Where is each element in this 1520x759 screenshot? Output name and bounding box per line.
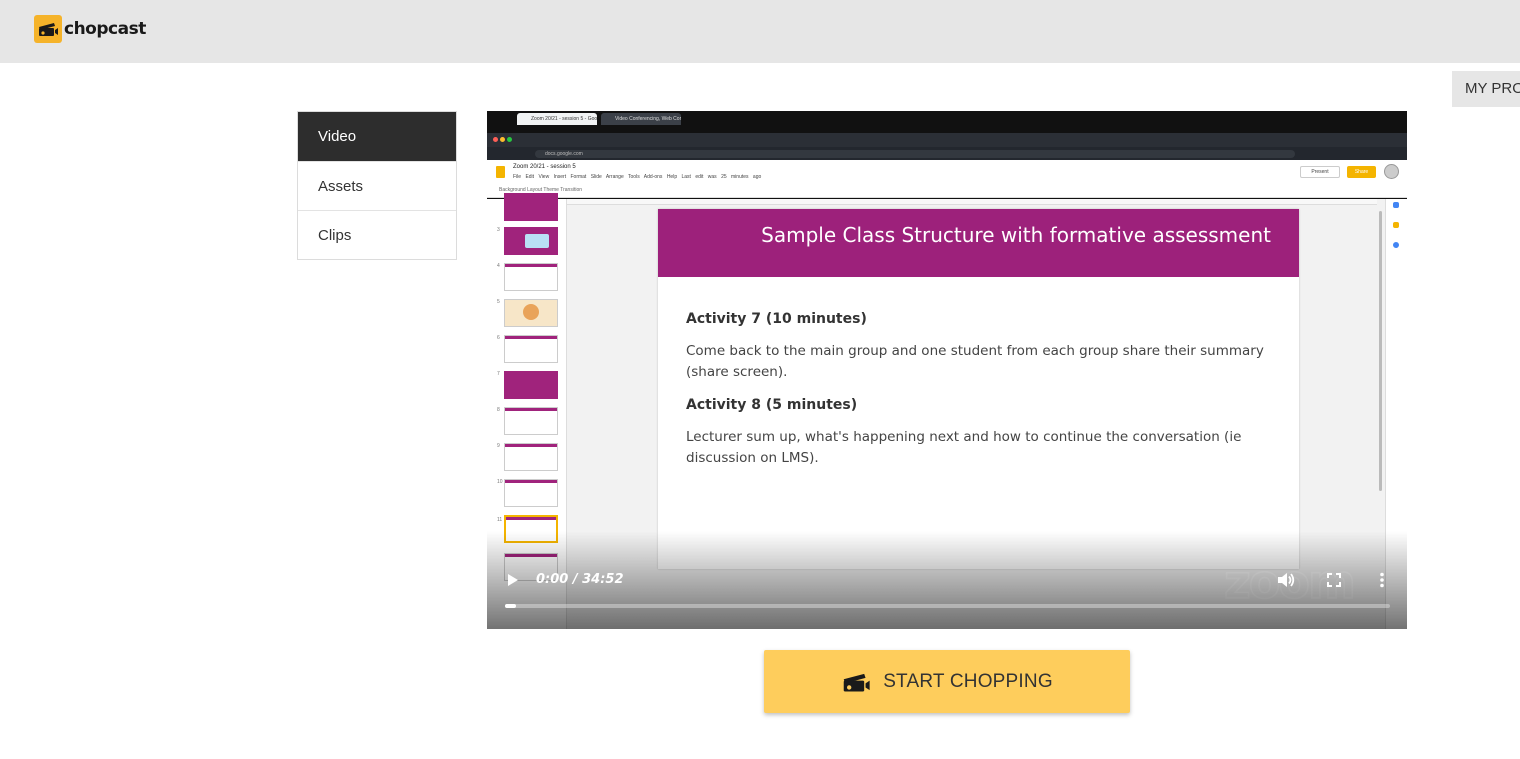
- volume-icon: [1278, 573, 1295, 587]
- slide-title: Sample Class Structure with formative as…: [761, 223, 1271, 247]
- window-maximize-dot: [507, 137, 512, 142]
- nav-item-video[interactable]: Video: [298, 112, 456, 161]
- slide-thumbnail: [504, 193, 558, 221]
- recorded-doc-menu: File Edit View Insert Format Slide Arran…: [513, 174, 762, 180]
- nav-item-clips[interactable]: Clips: [298, 210, 456, 259]
- more-options-button[interactable]: [1372, 570, 1392, 590]
- player-controls-overlay: [487, 531, 1407, 629]
- recorded-url: docs.google.com: [535, 150, 1295, 158]
- recorded-browser-tabs: [487, 133, 1407, 147]
- recorded-docs-toolbar: Zoom 20/21 - session 5 File Edit View In…: [487, 160, 1407, 198]
- window-close-dot: [493, 137, 498, 142]
- presentation-slide: Sample Class Structure with formative as…: [658, 209, 1299, 569]
- video-player[interactable]: Zoom 20/21 - session 5 - Goo Video Confe…: [487, 111, 1407, 629]
- fullscreen-button[interactable]: [1324, 570, 1344, 590]
- clapperboard-icon: [843, 673, 870, 692]
- timeline-progress: [505, 604, 516, 608]
- start-chopping-label: START CHOPPING: [883, 670, 1053, 692]
- recorded-address-bar: docs.google.com: [487, 147, 1407, 160]
- recorded-ruler: [567, 199, 1377, 205]
- recorded-share-button: Share: [1347, 166, 1376, 178]
- nav-item-assets[interactable]: Assets: [298, 161, 456, 210]
- recorded-avatar: [1384, 164, 1399, 179]
- recorded-doc-title: Zoom 20/21 - session 5: [513, 164, 576, 170]
- slide-thumbnail: [504, 299, 558, 327]
- side-nav: Video Assets Clips: [297, 111, 457, 260]
- activity-8-heading: Activity 8 (5 minutes): [686, 397, 858, 413]
- slide-thumbnail: [504, 479, 558, 507]
- video-time: 0:00 / 34:52: [536, 572, 624, 587]
- slide-thumbnail: [504, 263, 558, 291]
- play-button[interactable]: [502, 570, 522, 590]
- slide-thumbnail: [504, 371, 558, 399]
- slides-doc-icon: [496, 166, 505, 178]
- start-chopping-button[interactable]: START CHOPPING: [764, 650, 1130, 713]
- recorded-present-button: Present: [1300, 166, 1340, 178]
- slide-thumbnail: [504, 407, 558, 435]
- slide-content: Activity 7 (10 minutes) Come back to the…: [686, 311, 1266, 483]
- video-timeline[interactable]: [505, 604, 1390, 608]
- slide-thumbnail: [504, 227, 558, 255]
- slide-thumbnail: [504, 443, 558, 471]
- brand-name: chopcast: [64, 19, 146, 39]
- activity-8-text: Lecturer sum up, what's happening next a…: [686, 429, 1242, 466]
- recorded-tab-1: Zoom 20/21 - session 5 - Goo: [517, 113, 597, 125]
- top-bar: chopcast: [0, 0, 1520, 63]
- volume-button[interactable]: [1276, 570, 1296, 590]
- slide-header: Sample Class Structure with formative as…: [658, 209, 1299, 277]
- recorded-scrollbar: [1379, 211, 1382, 491]
- play-icon: [508, 574, 518, 586]
- recorded-tab-2: Video Conferencing, Web Con: [601, 113, 681, 125]
- window-minimize-dot: [500, 137, 505, 142]
- slide-thumbnail: [504, 335, 558, 363]
- clapperboard-icon: [34, 15, 62, 43]
- more-vertical-icon: [1380, 572, 1384, 588]
- chopcast-logo[interactable]: chopcast: [34, 15, 146, 43]
- activity-7-text: Come back to the main group and one stud…: [686, 343, 1264, 380]
- activity-7-heading: Activity 7 (10 minutes): [686, 311, 867, 327]
- fullscreen-icon: [1327, 573, 1341, 587]
- my-profile-button[interactable]: MY PRO: [1452, 71, 1520, 107]
